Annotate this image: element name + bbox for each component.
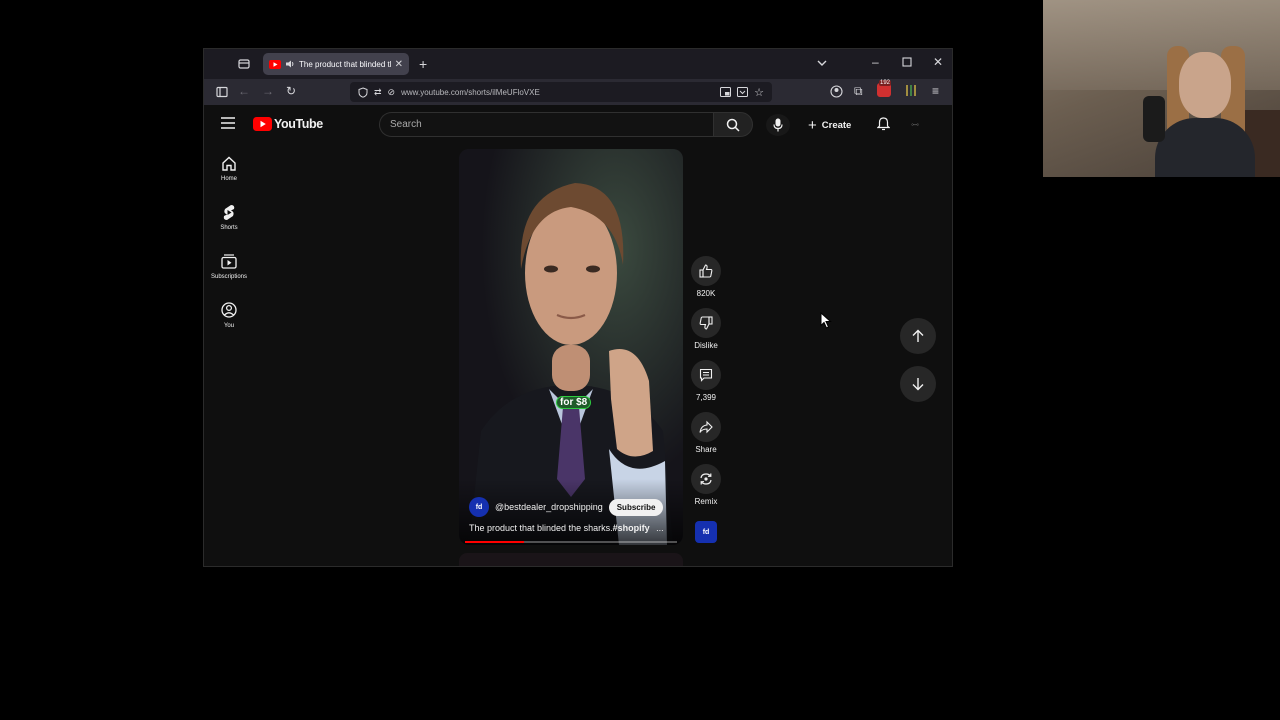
channel-row: fd @bestdealer_dropshipping Subscribe [469, 497, 664, 517]
like-button[interactable]: 820K [687, 256, 725, 298]
picture-in-picture-icon[interactable] [720, 87, 732, 97]
comment-icon [699, 368, 713, 382]
new-tab-icon[interactable]: + [419, 56, 427, 72]
voice-search-icon[interactable] [766, 114, 790, 136]
extensions-puzzle-icon[interactable]: ⧉ [854, 84, 863, 99]
remix-icon [699, 472, 713, 486]
share-label: Share [695, 445, 717, 454]
create-button[interactable]: + Create [808, 115, 851, 135]
short-hashtag[interactable]: #shopify [613, 523, 650, 533]
save-page-icon[interactable] [737, 87, 749, 97]
youtube-page: YouTube Search + Create ◦–◦ Home Shorts … [204, 105, 952, 566]
progress-track[interactable] [465, 541, 677, 543]
subscribe-button[interactable]: Subscribe [608, 498, 664, 516]
subscriptions-icon [220, 252, 238, 270]
dislike-button[interactable]: Dislike [687, 308, 725, 350]
sidebar-item-label: You [223, 323, 235, 329]
shorts-icon [220, 203, 238, 221]
equalizer-extension-icon[interactable] [905, 84, 917, 97]
reload-icon[interactable]: ↻ [286, 84, 296, 98]
next-short-button[interactable] [900, 366, 936, 402]
sound-thumbnail-icon[interactable]: fd [695, 521, 717, 543]
navigation-bar: ← → ↻ ⇄ ⊘ www.youtube.com/shorts/ilMeUFl… [204, 79, 952, 105]
plus-icon: + [808, 116, 817, 134]
extension-badge-icon[interactable]: 192 [877, 80, 893, 99]
video-caption: for $8 [556, 396, 592, 409]
minimize-icon[interactable]: – [872, 55, 879, 69]
share-arrow-icon [699, 420, 713, 434]
sidebar-item-label: Home [220, 176, 237, 182]
bookmark-star-icon[interactable]: ☆ [754, 86, 764, 99]
browser-menu-icon[interactable]: ≡ [932, 84, 939, 98]
sidebar-item-you[interactable]: You [204, 301, 254, 329]
create-label: Create [821, 119, 852, 131]
short-title: The product that blinded the sharks. [469, 523, 613, 533]
browser-window: The product that blinded th ✕ + – ✕ ← → … [203, 48, 953, 567]
channel-name[interactable]: @bestdealer_dropshipping [495, 502, 603, 512]
media-blocked-icon[interactable]: ⊘ [388, 87, 396, 98]
speaker-icon[interactable] [285, 59, 295, 69]
youtube-logo[interactable]: YouTube [253, 117, 323, 131]
avatar-loading-icon[interactable]: ◦–◦ [911, 120, 919, 129]
webcam-overlay [1043, 0, 1280, 177]
next-short-preview[interactable] [459, 553, 683, 566]
short-more[interactable]: ... [656, 523, 664, 533]
home-icon [220, 154, 238, 172]
youtube-logo-text: YouTube [274, 117, 323, 131]
sidebar-item-home[interactable]: Home [204, 154, 254, 182]
sidebar-toggle-icon[interactable] [216, 86, 228, 98]
short-video-player[interactable]: for $8 fd @bestdealer_dropshipping Subsc… [459, 149, 683, 545]
account-icon[interactable] [830, 85, 843, 98]
sidebar-item-shorts[interactable]: Shorts [204, 203, 254, 231]
tab-manager-icon[interactable] [238, 58, 250, 70]
permissions-icon[interactable]: ⇄ [374, 87, 382, 98]
thumbs-down-icon [699, 316, 713, 330]
arrow-up-icon [912, 329, 924, 343]
remix-button[interactable]: Remix [687, 464, 725, 506]
search-button[interactable] [713, 112, 753, 137]
notifications-bell-icon[interactable] [877, 117, 890, 131]
progress-fill [465, 541, 525, 543]
comments-button[interactable]: 7,399 [687, 360, 725, 402]
previous-short-button[interactable] [900, 318, 936, 354]
dislike-label: Dislike [694, 341, 718, 350]
sidebar-item-label: Subscriptions [210, 274, 248, 280]
back-icon[interactable]: ← [238, 84, 250, 98]
close-tab-icon[interactable]: ✕ [395, 59, 403, 70]
tab-title: The product that blinded th [299, 59, 391, 69]
forward-icon[interactable]: → [262, 84, 274, 98]
search-input[interactable]: Search [379, 112, 713, 137]
search-icon [726, 118, 740, 132]
youtube-favicon-icon [269, 59, 281, 69]
short-title-row[interactable]: The product that blinded the sharks.#sho… [469, 523, 679, 533]
comment-count: 7,399 [695, 393, 717, 402]
address-bar[interactable]: ⇄ ⊘ www.youtube.com/shorts/ilMeUFloVXE ☆ [350, 82, 772, 102]
active-tab[interactable]: The product that blinded th ✕ [263, 53, 409, 75]
tab-bar: The product that blinded th ✕ + – ✕ [204, 49, 952, 79]
masthead: YouTube Search + Create ◦–◦ [204, 105, 952, 143]
sidebar-item-label: Shorts [220, 225, 238, 231]
remix-label: Remix [694, 497, 718, 506]
thumbs-up-icon [699, 264, 713, 278]
arrow-down-icon [912, 377, 924, 391]
sidebar-item-subscriptions[interactable]: Subscriptions [204, 252, 254, 280]
youtube-logo-icon [253, 117, 272, 131]
close-window-icon[interactable]: ✕ [933, 55, 943, 69]
guide-menu-icon[interactable] [221, 117, 235, 129]
maximize-icon[interactable] [902, 57, 912, 67]
extension-badge-count: 192 [879, 80, 892, 86]
mouse-cursor-icon [820, 312, 832, 329]
share-button[interactable]: Share [687, 412, 725, 454]
shield-icon[interactable] [358, 86, 368, 98]
list-tabs-chevron-icon[interactable] [816, 57, 828, 69]
you-icon [220, 301, 238, 319]
channel-avatar-icon[interactable]: fd [469, 497, 489, 517]
search-placeholder: Search [390, 119, 422, 130]
like-count: 820K [696, 289, 716, 298]
url-text: www.youtube.com/shorts/ilMeUFloVXE [401, 87, 540, 97]
